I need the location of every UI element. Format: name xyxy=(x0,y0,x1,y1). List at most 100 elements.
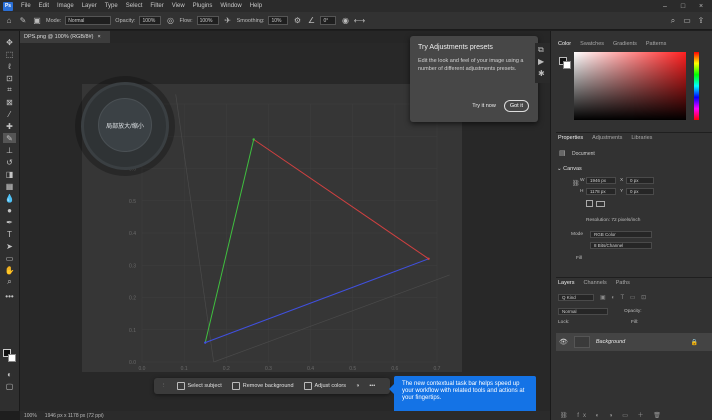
screen-mode-icon[interactable]: ▢ xyxy=(3,381,16,391)
smoothing-gear-icon[interactable]: ⚙ xyxy=(292,16,302,26)
color-mode-select[interactable]: RGB Color xyxy=(590,231,652,238)
pen-tool-icon[interactable]: ✒ xyxy=(3,217,16,227)
menu-item-help[interactable]: Help xyxy=(246,3,266,9)
tab-adjustments[interactable]: Adjustments xyxy=(592,135,622,141)
eraser-tool-icon[interactable]: ◨ xyxy=(3,169,16,179)
width-field[interactable]: 1946 px xyxy=(586,177,616,184)
zoom-tool-icon[interactable]: ⌕ xyxy=(3,277,16,287)
menu-item-window[interactable]: Window xyxy=(216,3,245,9)
remove-background-button[interactable]: Remove background xyxy=(229,382,297,390)
maximize-icon[interactable]: □ xyxy=(674,0,692,12)
try-it-now-button[interactable]: Try it now xyxy=(472,103,496,109)
opacity-field[interactable]: 100% xyxy=(139,16,162,25)
taskbar-grip-icon[interactable]: ⋮ xyxy=(158,383,170,389)
eyedropper-tool-icon[interactable]: ⁄ xyxy=(3,109,16,119)
close-window-icon[interactable]: × xyxy=(692,0,710,12)
magnifier-button[interactable]: 局部放大/缩小 xyxy=(98,98,152,152)
pressure-size-icon[interactable]: ◉ xyxy=(340,16,350,26)
home-icon[interactable]: ⌂ xyxy=(4,16,14,26)
healing-tool-icon[interactable]: ✚ xyxy=(3,121,16,131)
type-tool-icon[interactable]: T xyxy=(3,229,16,239)
history-panel-icon[interactable]: ⧉ xyxy=(538,45,544,55)
rectangle-tool-icon[interactable]: ▭ xyxy=(3,253,16,263)
path-select-tool-icon[interactable]: ➤ xyxy=(3,241,16,251)
crop-tool-icon[interactable]: ⌗ xyxy=(3,85,16,95)
share-icon[interactable]: ⇪ xyxy=(696,16,706,26)
menu-item-layer[interactable]: Layer xyxy=(78,3,101,9)
menu-item-filter[interactable]: Filter xyxy=(146,3,167,9)
quick-mask-icon[interactable]: ◐ xyxy=(3,369,16,379)
menu-item-edit[interactable]: Edit xyxy=(35,3,53,9)
document-tab[interactable]: DPS.png @ 100% (RGB/8#) × xyxy=(20,31,110,43)
layer-filter-icons[interactable]: ▣ ◐ T ▭ ⊡ xyxy=(600,294,648,301)
marquee-tool-icon[interactable]: ⬚ xyxy=(3,49,16,59)
move-tool-icon[interactable]: ✥ xyxy=(3,37,16,47)
tab-gradients[interactable]: Gradients xyxy=(613,41,637,47)
layer-row-background[interactable]: 👁 Background 🔒 xyxy=(556,333,712,351)
background-color-swatch[interactable] xyxy=(8,354,16,362)
color-picker-field[interactable] xyxy=(574,52,686,120)
adjust-colors-button[interactable]: Adjust colors xyxy=(301,382,350,390)
panel-background-swatch[interactable] xyxy=(563,61,571,69)
tab-channels[interactable]: Channels xyxy=(584,280,607,286)
menu-item-view[interactable]: View xyxy=(168,3,189,9)
flow-field[interactable]: 100% xyxy=(196,16,219,25)
shapes-panel-icon[interactable]: ✱ xyxy=(538,69,545,78)
more-options-button[interactable]: ••• xyxy=(366,383,378,389)
blend-mode-select[interactable]: Normal xyxy=(558,308,608,315)
tab-layers[interactable]: Layers xyxy=(558,280,575,286)
gradient-tool-icon[interactable]: ▦ xyxy=(3,181,16,191)
lasso-tool-icon[interactable]: ℓ xyxy=(3,61,16,71)
brush-settings-icon[interactable]: ▣ xyxy=(32,16,42,26)
menu-item-file[interactable]: File xyxy=(17,3,35,9)
clone-stamp-tool-icon[interactable]: ⊥ xyxy=(3,145,16,155)
tab-color[interactable]: Color xyxy=(558,41,571,47)
symmetry-icon[interactable]: ⟷ xyxy=(354,16,365,26)
mode-select[interactable]: Normal xyxy=(65,16,112,25)
tab-paths[interactable]: Paths xyxy=(616,280,630,286)
search-icon[interactable]: ⌕ xyxy=(668,16,678,26)
angle-field[interactable]: 0° xyxy=(320,16,337,25)
frame-tool-icon[interactable]: ⊠ xyxy=(3,97,16,107)
workspace-icon[interactable]: ▭ xyxy=(682,16,692,26)
menu-item-image[interactable]: Image xyxy=(53,3,78,9)
bit-depth-select[interactable]: 8 Bits/Channel xyxy=(590,242,652,249)
x-field[interactable]: 0 px xyxy=(626,177,654,184)
brush-tool-icon[interactable]: ✎ xyxy=(3,133,16,143)
menu-item-type[interactable]: Type xyxy=(101,3,122,9)
orientation-portrait-icon[interactable] xyxy=(586,200,593,207)
layer-kind-filter[interactable]: Q Kind xyxy=(558,294,594,301)
object-select-tool-icon[interactable]: ⊡ xyxy=(3,73,16,83)
actions-play-icon[interactable]: ▶ xyxy=(538,57,544,66)
airbrush-icon[interactable]: ✈ xyxy=(223,16,233,26)
hue-slider[interactable] xyxy=(694,52,699,120)
hand-tool-icon[interactable]: ✋ xyxy=(3,265,16,275)
history-brush-tool-icon[interactable]: ↺ xyxy=(3,157,16,167)
canvas-heading[interactable]: ⌄ Canvas xyxy=(557,166,582,172)
tab-properties[interactable]: Properties xyxy=(558,135,583,141)
got-it-button[interactable]: Got it xyxy=(503,100,529,112)
more-tools-icon[interactable]: ••• xyxy=(3,291,16,301)
zoom-level[interactable]: 100% xyxy=(24,413,37,419)
orientation-landscape-icon[interactable] xyxy=(596,201,605,207)
gamut-vertex xyxy=(252,138,255,141)
link-dimensions-icon[interactable]: ⛓ xyxy=(572,180,580,187)
layer-actions-icons[interactable]: ⛓ fx ◐ ◑ ▭ ＋ 🗑 xyxy=(560,410,665,419)
brush-preset-icon[interactable]: ✎ xyxy=(18,16,28,26)
select-subject-button[interactable]: Select subject xyxy=(174,382,225,390)
tab-libraries[interactable]: Libraries xyxy=(631,135,652,141)
contrast-icon[interactable]: ◑ xyxy=(353,383,362,389)
menu-item-select[interactable]: Select xyxy=(122,3,147,9)
layer-visibility-eye-icon[interactable]: 👁 xyxy=(559,338,568,346)
close-tab-icon[interactable]: × xyxy=(97,34,100,40)
smoothing-field[interactable]: 10% xyxy=(268,16,289,25)
pressure-opacity-icon[interactable]: ◎ xyxy=(165,16,175,26)
dodge-tool-icon[interactable]: ● xyxy=(3,205,16,215)
tab-swatches[interactable]: Swatches xyxy=(580,41,604,47)
menu-item-plugins[interactable]: Plugins xyxy=(189,3,217,9)
minimize-icon[interactable]: – xyxy=(656,0,674,12)
height-field[interactable]: 1178 px xyxy=(586,188,616,195)
blur-tool-icon[interactable]: 💧 xyxy=(3,193,16,203)
tab-patterns[interactable]: Patterns xyxy=(646,41,666,47)
y-field[interactable]: 0 px xyxy=(626,188,654,195)
